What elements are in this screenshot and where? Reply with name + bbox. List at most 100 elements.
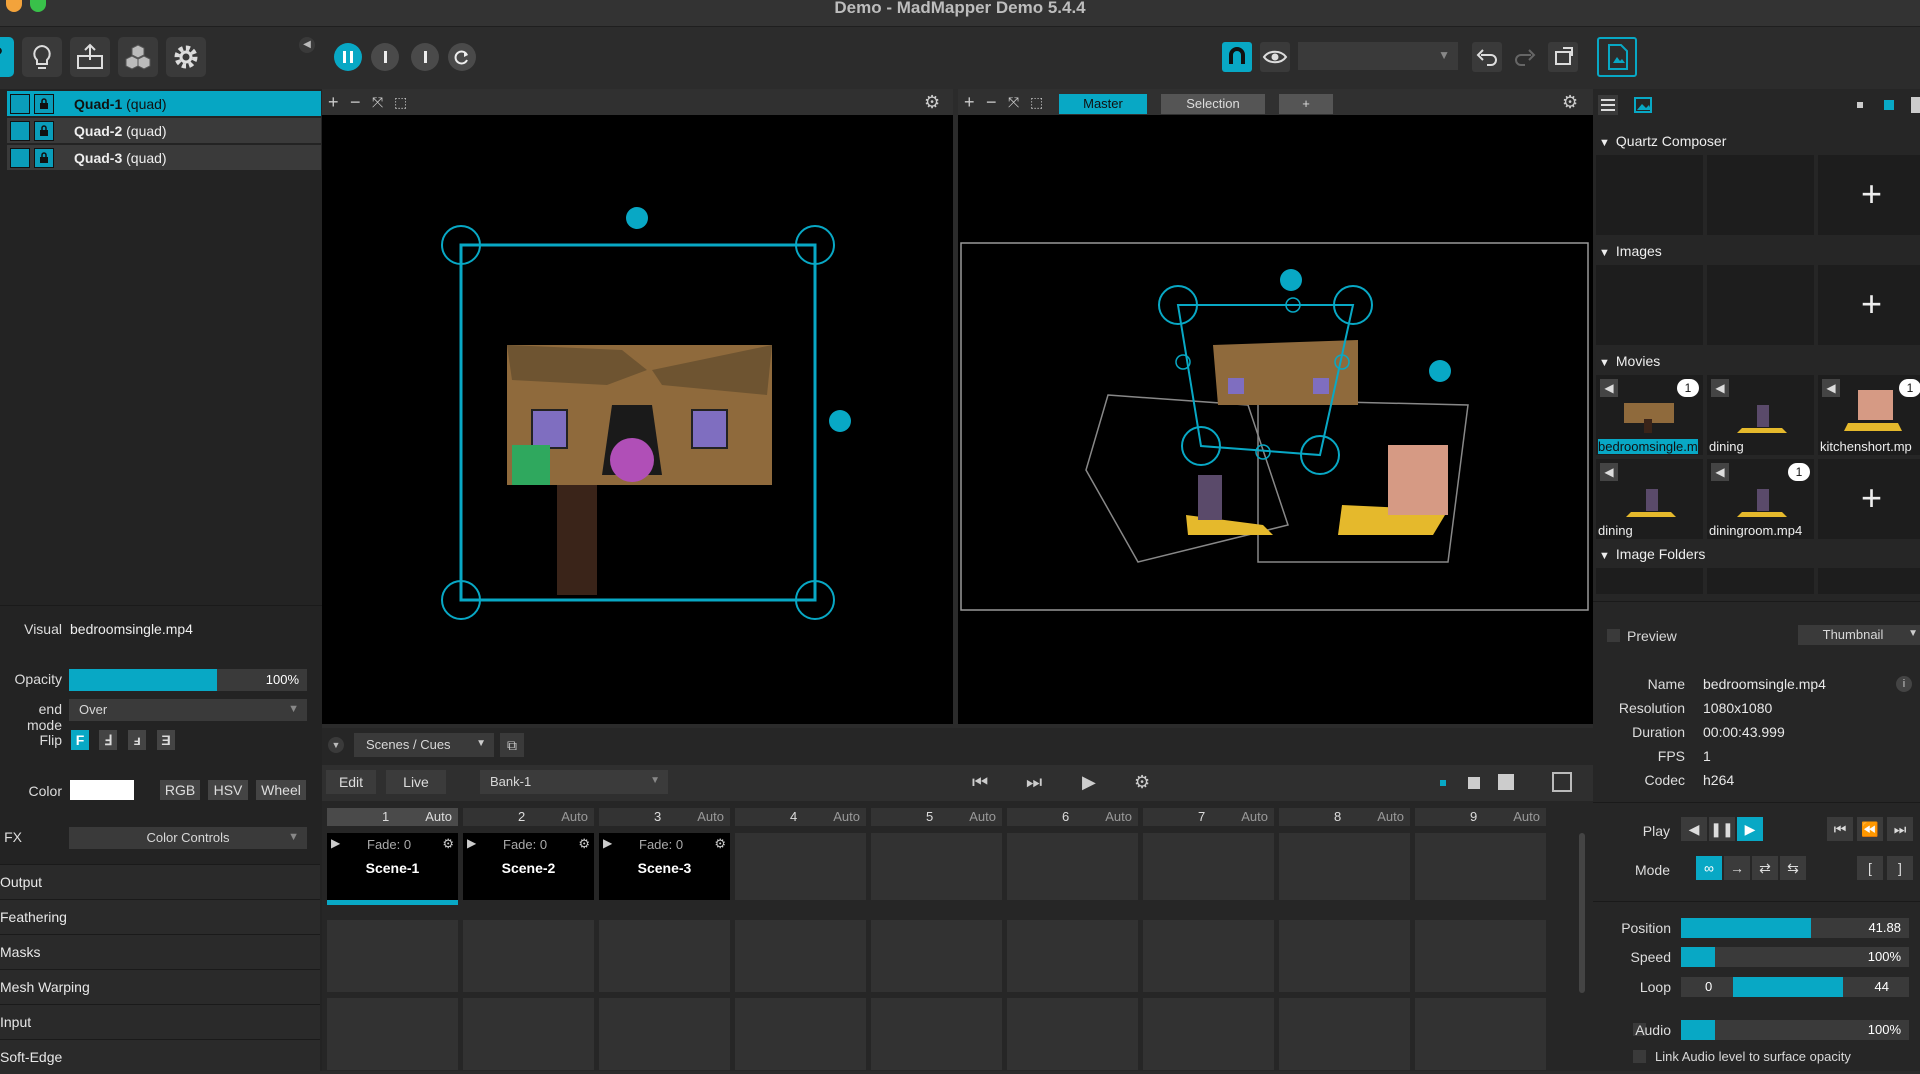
outputs-tab-button[interactable] [70, 37, 110, 77]
column-header-3[interactable]: 3 Auto [599, 808, 730, 826]
gear-icon[interactable]: ⚙ [578, 836, 590, 852]
pause-button[interactable] [334, 43, 362, 71]
rotate-handle-icon[interactable] [1429, 360, 1451, 382]
surface-row-quad-1[interactable]: Quad-1 (quad) [7, 91, 321, 116]
previous-frame-icon[interactable]: ⏪ [1857, 817, 1883, 841]
empty-cue-slot[interactable] [1007, 998, 1138, 1070]
small-thumb-icon[interactable] [1857, 102, 1863, 108]
gear-icon[interactable]: ⚙ [1134, 772, 1150, 793]
audio-slider[interactable]: 100% [1681, 1020, 1909, 1040]
cue-scene-3[interactable]: ▶ Fade: 0 ⚙ Scene-3 [599, 833, 730, 900]
live-button[interactable]: Live [386, 770, 446, 794]
section-input[interactable]: Input [0, 1004, 320, 1039]
empty-cue-slot[interactable] [735, 833, 866, 900]
play-once-icon[interactable]: → [1724, 856, 1750, 880]
calendar-icon[interactable] [1552, 772, 1572, 792]
rgb-button[interactable]: RGB [160, 780, 200, 800]
popout-icon[interactable]: ⧉ [500, 733, 524, 757]
image-view-icon[interactable] [1633, 95, 1653, 115]
flip-both-button[interactable]: Ǝ [157, 730, 175, 750]
section-feathering[interactable]: Feathering [0, 899, 320, 934]
visibility-checkbox[interactable] [10, 93, 30, 114]
add-quartz-button[interactable]: + [1818, 155, 1920, 235]
lock-icon[interactable] [34, 120, 54, 141]
hsv-button[interactable]: HSV [208, 780, 248, 800]
random-mode-icon[interactable]: ⇆ [1780, 856, 1806, 880]
large-thumb-icon[interactable] [1911, 97, 1920, 113]
column-header-6[interactable]: 6 Auto [1007, 808, 1138, 826]
gear-icon[interactable]: ⚙ [442, 836, 454, 852]
section-movies[interactable]: ▼ Movies [1593, 350, 1920, 372]
loop-mode-icon[interactable]: ∞ [1696, 856, 1722, 880]
column-header-1[interactable]: 1 Auto [327, 808, 458, 826]
tab-selection[interactable]: Selection [1161, 94, 1265, 114]
previous-cue-icon[interactable]: ⏮ [972, 772, 988, 793]
empty-cue-slot[interactable] [1279, 998, 1410, 1070]
blend-mode-select[interactable]: Over ▼ [69, 699, 307, 721]
empty-cue-slot[interactable] [599, 998, 730, 1070]
preview-checkbox[interactable] [1607, 629, 1620, 642]
play-icon[interactable]: ◀ [1711, 379, 1729, 397]
column-header-9[interactable]: 9 Auto [1415, 808, 1546, 826]
zoom-out-icon[interactable]: − [350, 92, 361, 112]
flip-horizontal-button[interactable]: Ⅎ [99, 730, 117, 750]
play-icon[interactable]: ▶ [603, 836, 612, 850]
empty-slot[interactable] [1707, 265, 1814, 345]
empty-cue-slot[interactable] [871, 998, 1002, 1070]
empty-cue-slot[interactable] [327, 920, 458, 992]
empty-cue-slot[interactable] [1279, 920, 1410, 992]
section-output[interactable]: Output [0, 864, 320, 899]
play-icon[interactable]: ◀ [1711, 463, 1729, 481]
empty-cue-slot[interactable] [463, 920, 594, 992]
empty-slot[interactable] [1707, 568, 1814, 594]
link-audio-checkbox[interactable] [1633, 1050, 1646, 1063]
cue-scene-1[interactable]: ▶ Fade: 0 ⚙ Scene-1 [327, 833, 458, 900]
snap-button[interactable] [1222, 42, 1252, 72]
blackout-button[interactable] [411, 43, 439, 71]
color-swatch[interactable] [70, 780, 134, 800]
visual-value[interactable]: bedroomsingle.mp4 [70, 621, 193, 637]
pause-icon[interactable]: ❚❚ [1709, 817, 1735, 841]
fit-icon[interactable]: ⤧ [372, 92, 383, 112]
speed-slider[interactable]: 100% [1681, 947, 1909, 967]
preview-mode-select[interactable]: Thumbnail ▼ [1798, 625, 1920, 645]
play-icon[interactable]: ◀ [1822, 379, 1840, 397]
section-masks[interactable]: Masks [0, 934, 320, 969]
empty-cue-slot[interactable] [735, 920, 866, 992]
undo-button[interactable] [1472, 42, 1502, 72]
play-icon[interactable]: ▶ [331, 836, 340, 850]
section-soft-edge[interactable]: Soft-Edge [0, 1039, 320, 1074]
small-grid-icon[interactable] [1440, 780, 1446, 786]
empty-cue-slot[interactable] [327, 998, 458, 1070]
modules-tab-button[interactable] [118, 37, 158, 77]
large-grid-icon[interactable] [1498, 774, 1514, 790]
toolbar-dropdown[interactable]: ▼ [1298, 42, 1458, 70]
loop-range-slider[interactable]: 0 44 [1681, 977, 1909, 997]
empty-cue-slot[interactable] [1415, 998, 1546, 1070]
position-slider[interactable]: 41.88 [1681, 918, 1909, 938]
wheel-button[interactable]: Wheel [256, 780, 306, 800]
collapse-panel-button[interactable]: ◀ [299, 37, 315, 53]
add-folder-button[interactable] [1818, 568, 1920, 594]
column-header-4[interactable]: 4 Auto [735, 808, 866, 826]
visibility-checkbox[interactable] [10, 147, 30, 168]
input-viewer[interactable] [322, 115, 953, 724]
tab-master[interactable]: Master [1059, 94, 1147, 114]
empty-cue-slot[interactable] [463, 998, 594, 1070]
empty-cue-slot[interactable] [1007, 833, 1138, 900]
inspector-tab-button[interactable] [1597, 37, 1637, 77]
gear-icon[interactable]: ⚙ [714, 836, 726, 852]
empty-cue-slot[interactable] [1007, 920, 1138, 992]
play-icon[interactable]: ◀ [1600, 463, 1618, 481]
flip-none-button[interactable]: F [71, 730, 89, 750]
play-icon[interactable]: ▶ [1082, 772, 1096, 793]
movie-thumb-diningroom[interactable]: ◀ 1 diningroom.mp4 [1707, 459, 1814, 539]
preview-toggle-button[interactable] [1260, 42, 1290, 72]
section-image-folders[interactable]: ▼ Image Folders [1593, 543, 1920, 565]
lock-icon[interactable] [34, 147, 54, 168]
settings-tab-button[interactable] [166, 37, 206, 77]
gear-icon[interactable]: ⚙ [1562, 92, 1578, 112]
column-header-2[interactable]: 2 Auto [463, 808, 594, 826]
empty-slot[interactable] [1596, 155, 1703, 235]
list-view-icon[interactable] [1598, 95, 1618, 115]
